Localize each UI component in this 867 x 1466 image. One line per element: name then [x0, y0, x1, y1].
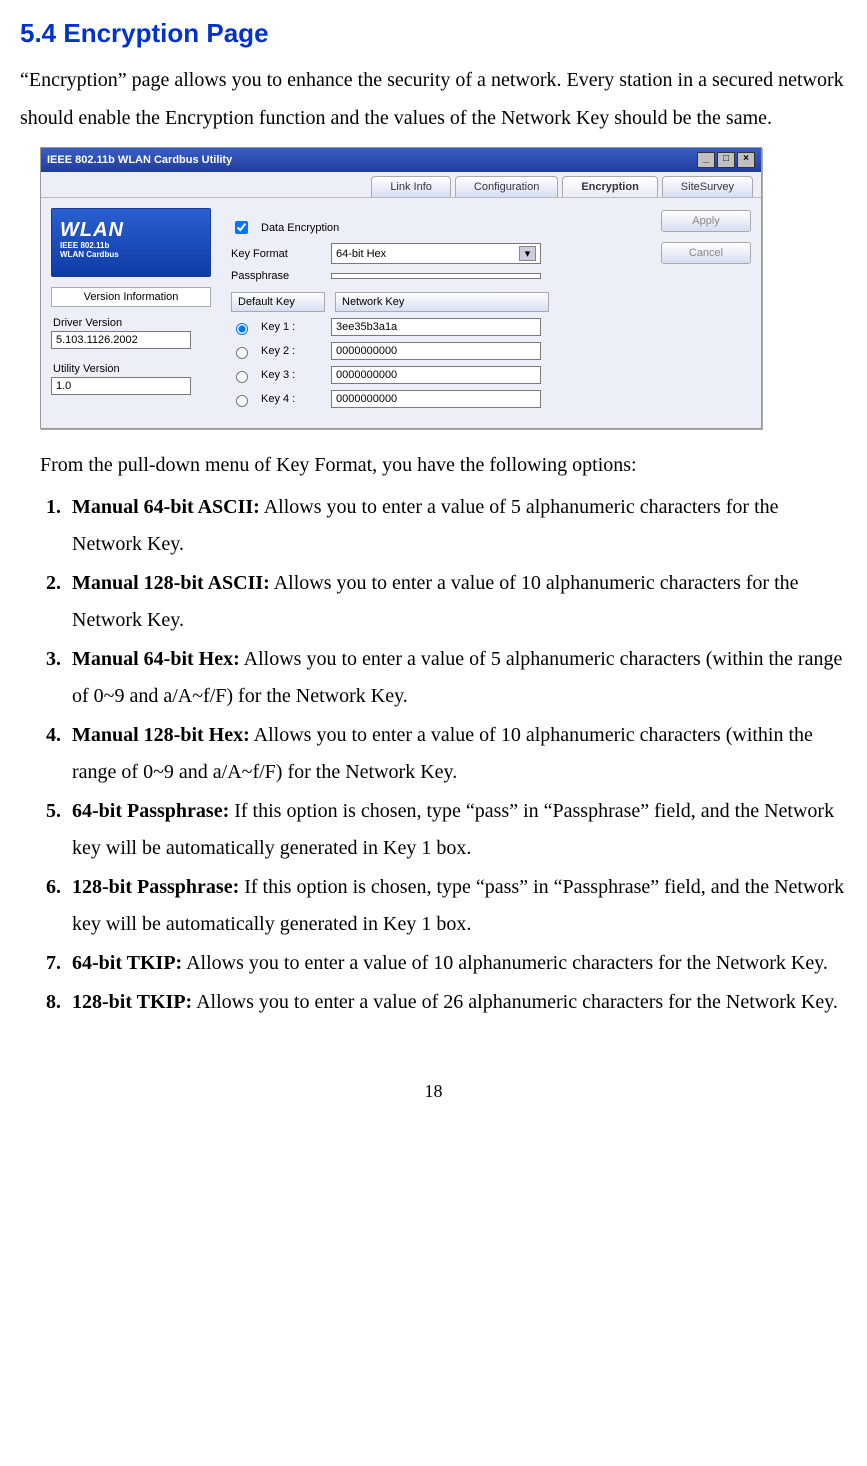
tab-configuration[interactable]: Configuration: [455, 176, 558, 197]
section-heading: 5.4 Encryption Page: [20, 18, 847, 49]
option-2: Manual 128-bit ASCII: Allows you to ente…: [66, 565, 847, 639]
intro-paragraph: “Encryption” page allows you to enhance …: [20, 61, 847, 137]
apply-button[interactable]: Apply: [661, 210, 751, 232]
key3-label: Key 3 :: [261, 369, 321, 381]
key2-input[interactable]: 0000000000: [331, 342, 541, 360]
tab-link-info[interactable]: Link Info: [371, 176, 451, 197]
utility-window: IEEE 802.11b WLAN Cardbus Utility _ □ × …: [40, 147, 762, 429]
lead-text: From the pull-down menu of Key Format, y…: [40, 449, 847, 481]
network-key-header: Network Key: [335, 292, 549, 312]
option-6: 128-bit Passphrase: If this option is ch…: [66, 869, 847, 943]
tab-sitesurvey[interactable]: SiteSurvey: [662, 176, 753, 197]
option-3: Manual 64-bit Hex: Allows you to enter a…: [66, 641, 847, 715]
key3-input[interactable]: 0000000000: [331, 366, 541, 384]
key4-label: Key 4 :: [261, 393, 321, 405]
passphrase-label: Passphrase: [231, 270, 321, 282]
tab-bar: Link Info Configuration Encryption SiteS…: [41, 172, 761, 197]
page-number: 18: [20, 1081, 847, 1102]
key-format-dropdown[interactable]: 64-bit Hex ▾: [331, 243, 541, 264]
window-controls: _ □ ×: [697, 152, 755, 168]
utility-version-value: 1.0: [51, 377, 191, 395]
main-panel: Data Encryption Key Format 64-bit Hex ▾ …: [221, 208, 651, 418]
key4-input[interactable]: 0000000000: [331, 390, 541, 408]
option-7: 64-bit TKIP: Allows you to enter a value…: [66, 945, 847, 982]
key-format-value: 64-bit Hex: [336, 248, 386, 260]
titlebar: IEEE 802.11b WLAN Cardbus Utility _ □ ×: [41, 148, 761, 172]
tab-encryption[interactable]: Encryption: [562, 176, 657, 197]
option-1: Manual 64-bit ASCII: Allows you to enter…: [66, 489, 847, 563]
action-buttons: Apply Cancel: [661, 208, 751, 418]
driver-version-value: 5.103.1126.2002: [51, 331, 191, 349]
key-format-label: Key Format: [231, 248, 321, 260]
key4-radio[interactable]: [236, 395, 248, 407]
close-button[interactable]: ×: [737, 152, 755, 168]
default-key-header: Default Key: [231, 292, 325, 312]
maximize-button[interactable]: □: [717, 152, 735, 168]
key3-radio[interactable]: [236, 371, 248, 383]
data-encryption-checkbox[interactable]: [235, 221, 248, 234]
data-encryption-label: Data Encryption: [261, 222, 339, 234]
option-5: 64-bit Passphrase: If this option is cho…: [66, 793, 847, 867]
key2-label: Key 2 :: [261, 345, 321, 357]
minimize-button[interactable]: _: [697, 152, 715, 168]
logo-box: WLAN IEEE 802.11b WLAN Cardbus: [51, 208, 211, 277]
logo-sub2: WLAN Cardbus: [60, 251, 202, 260]
key2-radio[interactable]: [236, 347, 248, 359]
option-8: 128-bit TKIP: Allows you to enter a valu…: [66, 984, 847, 1021]
option-4: Manual 128-bit Hex: Allows you to enter …: [66, 717, 847, 791]
driver-version-label: Driver Version: [53, 317, 211, 329]
logo-text: WLAN: [60, 219, 202, 242]
cancel-button[interactable]: Cancel: [661, 242, 751, 264]
passphrase-input[interactable]: [331, 273, 541, 279]
utility-version-label: Utility Version: [53, 363, 211, 375]
key1-radio[interactable]: [236, 323, 248, 335]
sidebar: WLAN IEEE 802.11b WLAN Cardbus Version I…: [51, 208, 211, 418]
chevron-down-icon: ▾: [519, 246, 536, 261]
key1-label: Key 1 :: [261, 321, 321, 333]
window-title: IEEE 802.11b WLAN Cardbus Utility: [47, 154, 232, 166]
key1-input[interactable]: 3ee35b3a1a: [331, 318, 541, 336]
version-info-label: Version Information: [51, 287, 211, 307]
options-list: Manual 64-bit ASCII: Allows you to enter…: [44, 489, 847, 1021]
